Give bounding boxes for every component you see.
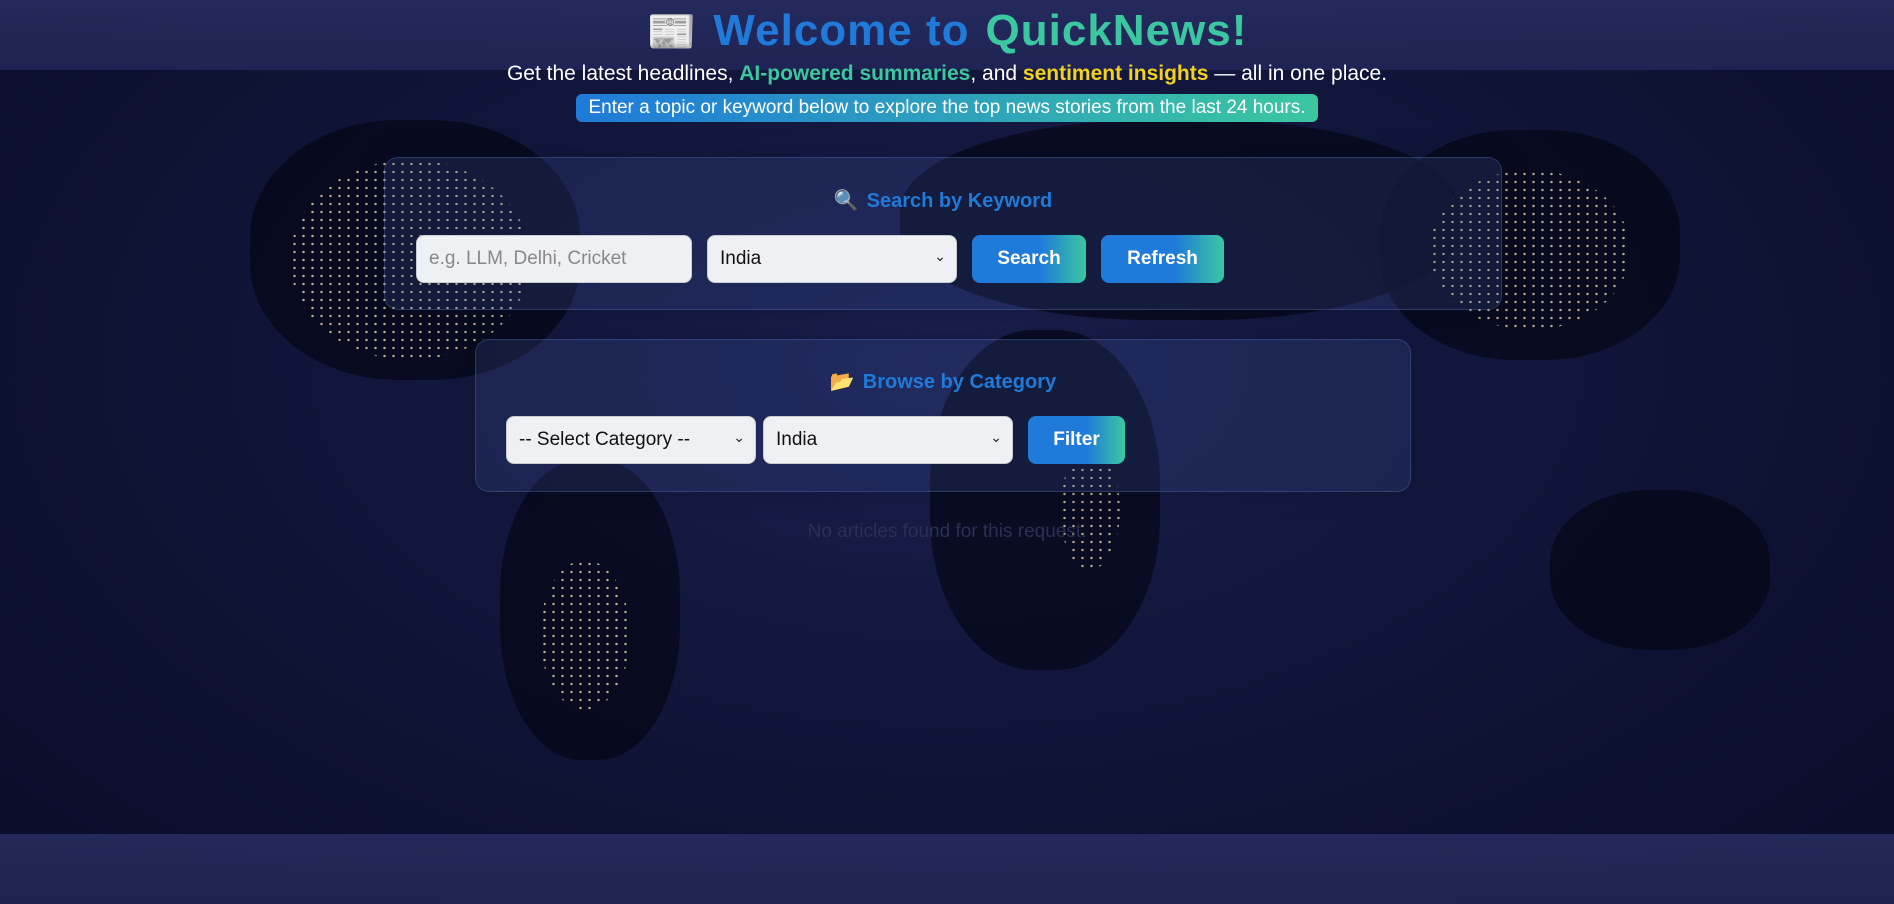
category-heading-text: Browse by Category bbox=[862, 371, 1057, 393]
chevron-down-icon: ⌄ bbox=[733, 429, 745, 445]
subtitle: Get the latest headlines, AI-powered sum… bbox=[0, 62, 1894, 86]
search-heading-text: Search by Keyword bbox=[866, 190, 1053, 212]
category-country-select[interactable]: India ⌄ bbox=[763, 416, 1013, 464]
subtitle-sentiment: sentiment insights bbox=[1022, 62, 1209, 85]
category-value: -- Select Category -- bbox=[519, 429, 691, 450]
search-heading: 🔍 Search by Keyword bbox=[385, 188, 1501, 213]
keyword-placeholder: e.g. LLM, Delhi, Cricket bbox=[429, 248, 627, 269]
category-select[interactable]: -- Select Category -- ⌄ bbox=[506, 416, 756, 464]
search-button[interactable]: Search bbox=[972, 235, 1086, 283]
empty-results-message: No articles found for this request. bbox=[807, 521, 1087, 542]
subtitle-ai: AI-powered summaries bbox=[739, 62, 971, 85]
chevron-down-icon: ⌄ bbox=[990, 429, 1002, 445]
filter-button[interactable]: Filter bbox=[1028, 416, 1125, 464]
title-welcome: Welcome to bbox=[713, 6, 970, 55]
subtitle-prefix: Get the latest headlines, bbox=[506, 62, 734, 85]
category-heading: 📂 Browse by Category bbox=[476, 369, 1410, 394]
category-panel: 📂 Browse by Category -- Select Category -… bbox=[475, 339, 1411, 492]
keyword-input[interactable]: e.g. LLM, Delhi, Cricket bbox=[416, 235, 692, 283]
category-country-value: India bbox=[776, 429, 818, 450]
search-panel: 🔍 Search by Keyword e.g. LLM, Delhi, Cric… bbox=[384, 157, 1502, 310]
search-country-value: India bbox=[720, 248, 762, 269]
instruction-banner: Enter a topic or keyword below to explor… bbox=[576, 94, 1318, 122]
search-country-select[interactable]: India ⌄ bbox=[707, 235, 957, 283]
subtitle-suffix: — all in one place. bbox=[1214, 62, 1388, 85]
magnifier-icon: 🔍 bbox=[833, 190, 859, 212]
title-brand: QuickNews! bbox=[985, 6, 1248, 55]
subtitle-mid: , and bbox=[970, 62, 1018, 85]
page-title: 📰 Welcome to QuickNews! bbox=[647, 6, 1248, 56]
folder-icon: 📂 bbox=[829, 371, 855, 393]
newspaper-icon: 📰 bbox=[646, 9, 698, 54]
refresh-button[interactable]: Refresh bbox=[1101, 235, 1224, 283]
chevron-down-icon: ⌄ bbox=[934, 248, 946, 264]
